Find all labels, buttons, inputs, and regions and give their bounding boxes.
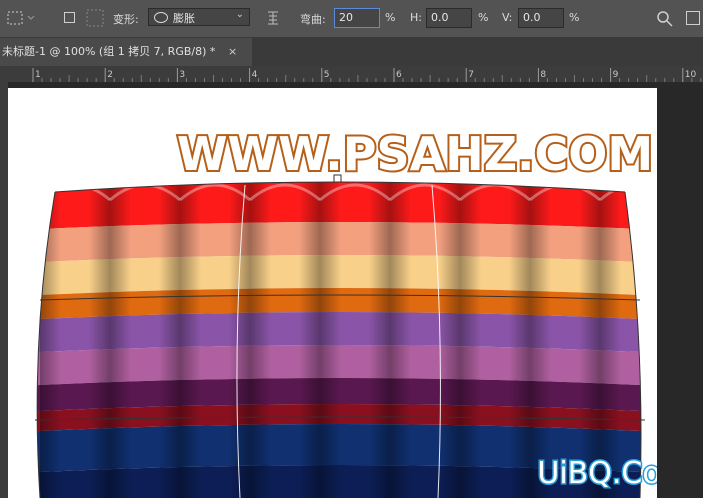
bulge-shape-icon xyxy=(154,12,168,23)
artwork-svg: WWW.PSAHZ.COM UiBQ.CoM xyxy=(34,125,657,498)
search-icon[interactable] xyxy=(656,10,674,28)
balloon-panels xyxy=(39,182,641,498)
ruler-label: 1 xyxy=(35,70,41,80)
ruler-label: 6 xyxy=(396,70,402,80)
ruler-label: 9 xyxy=(613,70,619,80)
chevron-down-icon: ⌄ xyxy=(235,9,244,20)
document-canvas[interactable]: WWW.PSAHZ.COM UiBQ.CoM xyxy=(8,88,657,498)
ruler-label: 5 xyxy=(324,70,330,80)
ruler-label: 4 xyxy=(252,70,258,80)
checkbox[interactable] xyxy=(64,12,75,23)
transform-label: 变形: xyxy=(113,13,139,26)
panel-shade xyxy=(180,182,250,498)
workspace-icon[interactable] xyxy=(686,11,700,25)
panel-shade xyxy=(530,182,600,498)
panel-shade xyxy=(320,182,390,498)
ruler-label: 8 xyxy=(540,70,546,80)
warp-style-value: 膨胀 xyxy=(173,12,195,25)
bend-unit: % xyxy=(385,11,396,24)
warp-style-select[interactable]: 膨胀 ⌄ xyxy=(148,8,250,26)
close-icon[interactable]: × xyxy=(228,38,237,66)
panel-shade xyxy=(110,182,180,498)
v-input[interactable]: 0.0 xyxy=(518,8,564,28)
h-input[interactable]: 0.0 xyxy=(426,8,472,28)
h-label: H: xyxy=(410,11,422,24)
watermark-text: UiBQ.CoM xyxy=(537,456,657,491)
document-tab-title: 未标题-1 @ 100% (组 1 拷贝 7, RGB/8) * xyxy=(2,45,216,58)
document-tab[interactable]: 未标题-1 @ 100% (组 1 拷贝 7, RGB/8) * × xyxy=(0,38,252,66)
v-label: V: xyxy=(502,11,513,24)
ruler-label: 3 xyxy=(179,70,185,80)
panel-shade xyxy=(390,182,460,498)
panel-shade xyxy=(250,182,320,498)
tab-bar: 未标题-1 @ 100% (组 1 拷贝 7, RGB/8) * × xyxy=(0,38,703,66)
bend-input[interactable]: 20 xyxy=(334,8,380,28)
ruler-label: 10 xyxy=(685,70,697,80)
horizontal-ruler[interactable]: 1 2 3 4 5 6 7 8 9 10 xyxy=(0,66,703,83)
options-bar: 变形: 膨胀 ⌄ 弯曲: 20 % H: 0.0 % V: 0.0 % xyxy=(0,0,703,38)
orientation-icon[interactable] xyxy=(265,10,281,26)
bend-label: 弯曲: xyxy=(300,13,326,26)
h-unit: % xyxy=(478,11,489,24)
panel-shade xyxy=(460,182,530,498)
warp-tool-icon[interactable] xyxy=(6,9,36,27)
vertical-ruler[interactable] xyxy=(0,82,8,498)
v-unit: % xyxy=(569,11,580,24)
grid-icon[interactable] xyxy=(86,9,104,27)
ruler-label: 7 xyxy=(468,70,474,80)
ruler-label: 2 xyxy=(107,70,113,80)
headline-text: WWW.PSAHZ.COM xyxy=(177,127,653,181)
